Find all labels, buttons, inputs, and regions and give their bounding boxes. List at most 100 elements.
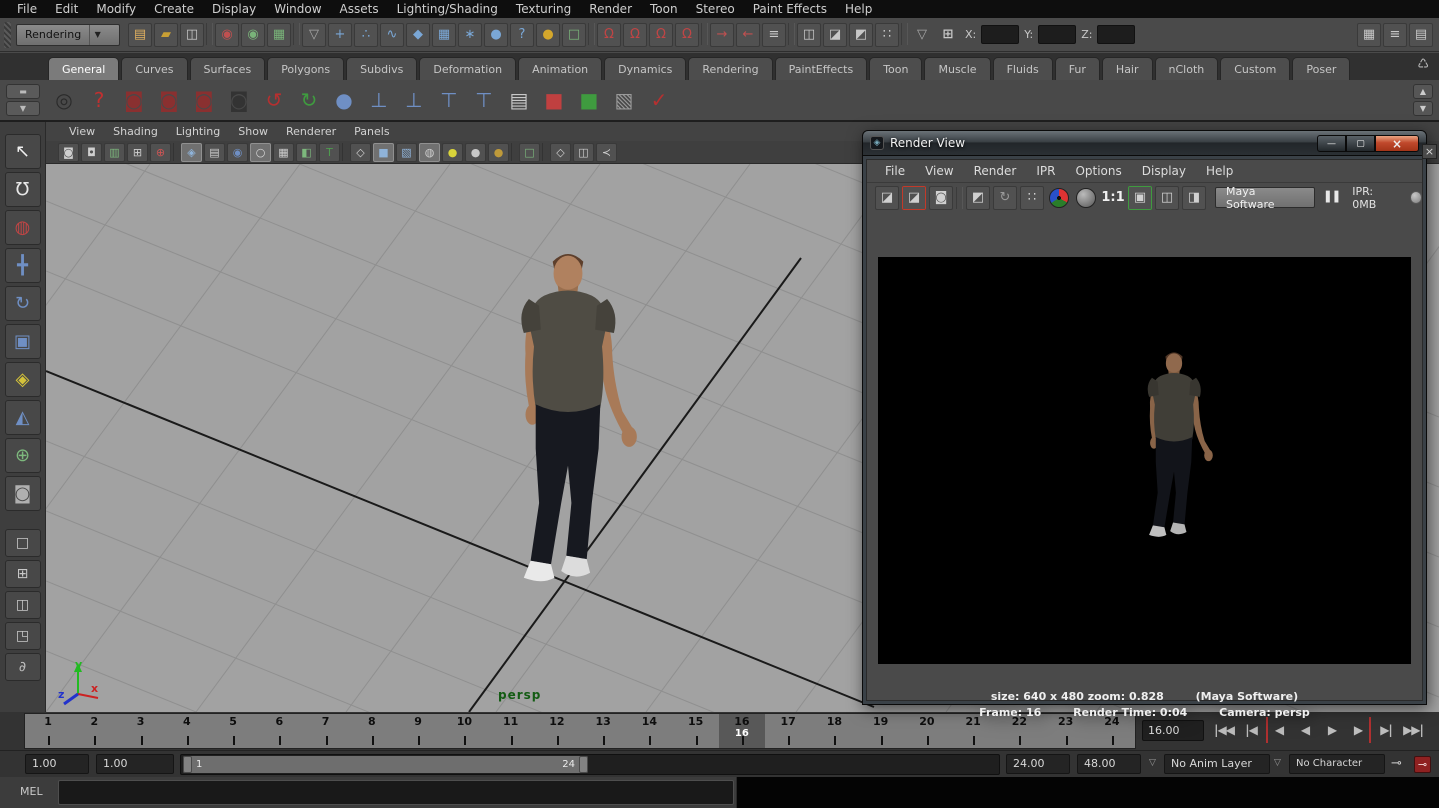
menu-item[interactable]: Edit [46, 0, 87, 18]
timeline-frame[interactable]: 3 [118, 714, 164, 748]
smooth-shade-icon[interactable]: ■ [373, 143, 394, 162]
charset-arrow-icon[interactable]: ▽ [1274, 758, 1281, 768]
renderer-selector[interactable]: Maya Software [1215, 187, 1315, 208]
help-icon[interactable]: ? [83, 84, 115, 116]
shelf-arrow-button[interactable]: ▼ [6, 101, 40, 116]
rgb-channels-icon[interactable] [1049, 188, 1069, 208]
panel-menu-item[interactable]: Renderer [277, 125, 345, 138]
four-pane-layout-icon[interactable]: ⊞ [5, 560, 41, 588]
go-to-end-button[interactable]: ▶▶| [1401, 717, 1425, 743]
new-scene-icon[interactable]: ▤ [128, 23, 152, 47]
play-backwards-button[interactable]: ◀ [1293, 717, 1317, 743]
select-hierarchy-icon[interactable]: ◉ [215, 23, 239, 47]
filter-icon[interactable]: ▽ [302, 23, 326, 47]
divider[interactable] [342, 143, 348, 161]
menu-item[interactable]: Help [836, 0, 881, 18]
range-end-handle[interactable] [579, 756, 588, 773]
scale-tool-icon[interactable]: ▣ [5, 324, 41, 359]
auto-keyframe-icon[interactable]: ⊸ [1414, 756, 1431, 773]
2d-pan-zoom-icon[interactable]: ⊞ [127, 143, 148, 162]
divider[interactable] [293, 23, 300, 45]
attribute-editor-toggle-icon[interactable]: ▦ [1357, 23, 1381, 47]
outliner-pane-layout-icon[interactable]: ◫ [5, 591, 41, 619]
shelf-scroll-down-icon[interactable]: ▼ [1413, 101, 1433, 116]
mask-surfaces-icon[interactable]: ◆ [406, 23, 430, 47]
pause-ipr-icon[interactable]: ▌▌ [1326, 192, 1343, 203]
rotate-tool-icon[interactable]: ↻ [5, 286, 41, 321]
panel-close-icon[interactable]: × [1422, 144, 1437, 159]
current-time-field[interactable] [1142, 720, 1204, 741]
minimize-button[interactable]: — [1317, 135, 1346, 152]
select-tool-icon[interactable]: ↖ [5, 134, 41, 169]
timeline-frame[interactable]: 8 [349, 714, 395, 748]
timeline-frame[interactable]: 21 [950, 714, 996, 748]
render-icon[interactable]: ◪ [875, 186, 899, 210]
input-connections-icon[interactable]: → [710, 23, 734, 47]
mask-curves-icon[interactable]: ∿ [380, 23, 404, 47]
show-manipulator-icon[interactable]: ⊕ [5, 438, 41, 473]
panel-menu-item[interactable]: Show [229, 125, 277, 138]
red-cube-pick-icon[interactable]: ■ [538, 84, 570, 116]
mel-command-input[interactable] [58, 780, 734, 805]
shelf-tab[interactable]: Dynamics [604, 57, 686, 80]
hierarchy-parent-icon[interactable]: ⊥ [363, 84, 395, 116]
paint-select-tool-icon[interactable]: ◍ [5, 210, 41, 245]
playblast-icon[interactable]: ◎ [48, 84, 80, 116]
camera-aim-icon[interactable]: ◙ [153, 84, 185, 116]
timeline-frame[interactable]: 19 [858, 714, 904, 748]
camera-settings-icon[interactable]: ◙ [58, 143, 79, 162]
refresh-ipr-icon[interactable]: ↻ [993, 186, 1017, 210]
camera-bookmark-icon[interactable]: ◘ [81, 143, 102, 162]
safe-action-icon[interactable]: ◧ [296, 143, 317, 162]
mask-deformations-icon[interactable]: ▦ [432, 23, 456, 47]
mask-dynamics-icon[interactable]: ∗ [458, 23, 482, 47]
divider[interactable] [956, 187, 963, 209]
y-input[interactable] [1038, 25, 1076, 44]
timeline-frame[interactable]: 2 [71, 714, 117, 748]
shelf-tab[interactable]: Fluids [993, 57, 1053, 80]
lock-icon[interactable]: ● [536, 23, 560, 47]
absolute-transform-icon[interactable]: ⊞ [936, 23, 960, 47]
panel-menu-item[interactable]: Lighting [167, 125, 229, 138]
real-size-icon[interactable]: ▣ [1128, 186, 1152, 210]
shelf-tab[interactable]: Rendering [688, 57, 772, 80]
save-scene-icon[interactable]: ◫ [180, 23, 204, 47]
default-light-icon[interactable]: ● [442, 143, 463, 162]
shelf-tab[interactable]: Custom [1220, 57, 1290, 80]
grid-toggle-icon[interactable]: ◈ [181, 143, 202, 162]
step-back-frame-button[interactable]: |◀ [1239, 717, 1263, 743]
white-light-icon[interactable]: ● [465, 143, 486, 162]
menu-item[interactable]: Modify [87, 0, 145, 18]
render-current-frame-icon[interactable]: ◪ [823, 23, 847, 47]
select-component-icon[interactable]: ▦ [267, 23, 291, 47]
shelf-tab[interactable]: Animation [518, 57, 602, 80]
shelf-tab[interactable]: Curves [121, 57, 187, 80]
panel-menu-item[interactable]: Shading [104, 125, 167, 138]
manipulator-icon[interactable]: ⊕ [150, 143, 171, 162]
close-button[interactable]: × [1375, 135, 1419, 152]
universal-manipulator-icon[interactable]: ◈ [5, 362, 41, 397]
render-view-menu-item[interactable]: View [915, 164, 963, 178]
timeline-frame[interactable]: 12 [534, 714, 580, 748]
timeline-frame[interactable]: 13 [580, 714, 626, 748]
x-input[interactable] [981, 25, 1019, 44]
range-start-handle[interactable] [183, 756, 192, 773]
maya-dragon-icon[interactable]: ∂ [5, 653, 41, 681]
one-to-one-label[interactable]: 1:1 [1101, 186, 1125, 210]
timeline-frame[interactable]: 23 [1043, 714, 1089, 748]
shelf-tab[interactable]: Fur [1055, 57, 1100, 80]
menu-item[interactable]: Lighting/Shading [388, 0, 507, 18]
timeline-frame[interactable]: 9 [395, 714, 441, 748]
divider[interactable] [206, 23, 213, 45]
timeline-frame[interactable]: 22 [996, 714, 1042, 748]
timeline-frame[interactable]: 7 [303, 714, 349, 748]
menu-item[interactable]: Toon [641, 0, 687, 18]
undo-icon[interactable]: ↺ [258, 84, 290, 116]
shelf-popup-button[interactable]: ▬ [6, 84, 40, 99]
timeline-frame[interactable]: 24 [1089, 714, 1135, 748]
snap-to-curves-icon[interactable]: Ω [623, 23, 647, 47]
snap-to-planes-icon[interactable]: Ω [675, 23, 699, 47]
timeline-frame[interactable]: 11 [488, 714, 534, 748]
menu-item[interactable]: Create [145, 0, 203, 18]
step-forward-key-button[interactable]: ▶ [1347, 717, 1371, 743]
